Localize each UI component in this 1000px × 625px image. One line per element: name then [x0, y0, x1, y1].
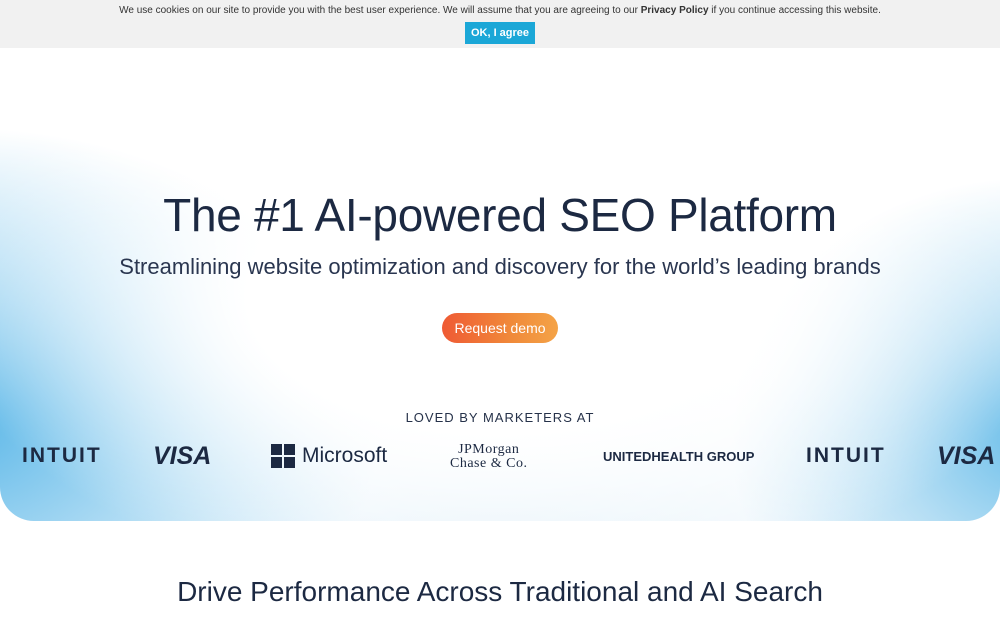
- intuit-logo-repeat: INTUIT: [806, 444, 886, 467]
- hero-section: The #1 AI-powered SEO Platform Streamlin…: [0, 48, 1000, 521]
- cookie-banner: We use cookies on our site to provide yo…: [0, 0, 1000, 48]
- request-demo-button[interactable]: Request demo: [442, 313, 558, 343]
- section-title: Drive Performance Across Traditional and…: [177, 576, 823, 607]
- cookie-text-before: We use cookies on our site to provide yo…: [119, 5, 641, 16]
- cookie-text-after: if you continue accessing this website.: [708, 5, 881, 16]
- hero-subtitle: Streamlining website optimization and di…: [119, 254, 881, 279]
- jpmorgan-logo-line2: Chase & Co.: [450, 456, 528, 471]
- hero-title: The #1 AI-powered SEO Platform: [163, 189, 837, 241]
- cookie-message: We use cookies on our site to provide yo…: [0, 5, 1000, 16]
- loved-by-label: LOVED BY MARKETERS AT: [405, 410, 595, 425]
- unitedhealth-logo: UNITEDHEALTH GROUP: [603, 448, 755, 464]
- visa-logo: VISA: [153, 441, 212, 470]
- cookie-agree-button[interactable]: OK, I agree: [465, 22, 535, 44]
- microsoft-logo: Microsoft: [271, 440, 387, 472]
- microsoft-grid-icon: [271, 444, 295, 468]
- microsoft-logo-text: Microsoft: [302, 444, 388, 467]
- visa-logo-repeat: VISA: [937, 441, 996, 470]
- privacy-policy-link[interactable]: Privacy Policy: [641, 5, 709, 16]
- intuit-logo: INTUIT: [22, 444, 102, 467]
- jpmorgan-logo-line1: JPMorgan: [458, 442, 520, 457]
- jpmorgan-logo: JPMorgan Chase & Co.: [450, 441, 527, 473]
